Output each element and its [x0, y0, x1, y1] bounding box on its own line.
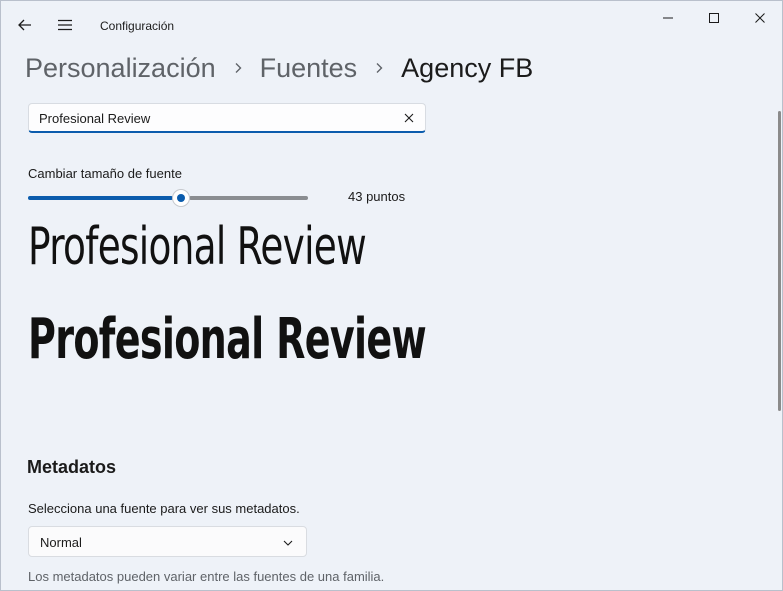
minimize-button[interactable] [645, 1, 691, 35]
chevron-down-icon [283, 540, 293, 546]
maximize-icon [709, 13, 719, 23]
close-icon [755, 13, 765, 23]
slider-track-filled [28, 196, 173, 200]
preview-text-field[interactable] [28, 103, 426, 133]
slider-track-remaining [189, 196, 308, 200]
hamburger-menu-icon [58, 19, 72, 31]
font-preview-bold: Profesional Review [28, 307, 427, 372]
preview-text-input[interactable] [39, 109, 389, 127]
font-face-dropdown[interactable]: Normal [28, 526, 307, 557]
slider-thumb[interactable] [173, 190, 189, 206]
breadcrumb-current-font: Agency FB [401, 52, 534, 83]
breadcrumb-personalizacion[interactable]: Personalización [25, 53, 216, 84]
metadata-hint: Selecciona una fuente para ver sus metad… [28, 501, 300, 516]
font-size-slider[interactable] [28, 190, 308, 206]
metadata-heading: Metadatos [27, 457, 117, 477]
chevron-right-icon [232, 62, 244, 74]
font-face-selected: Normal [40, 535, 82, 550]
breadcrumb: Personalización Fuentes Agency FB [25, 47, 533, 89]
font-size-label: Cambiar tamaño de fuente [28, 166, 182, 181]
close-window-button[interactable] [737, 1, 782, 35]
chevron-right-icon [373, 62, 385, 74]
back-arrow-icon [18, 19, 31, 31]
clear-x-icon[interactable] [403, 112, 415, 124]
font-size-value: 43 puntos [348, 189, 406, 204]
settings-window: Configuración Personalización Fuentes Ag… [0, 0, 783, 591]
font-preview-regular: Profesional Review [28, 217, 367, 277]
back-button[interactable] [9, 9, 41, 41]
navigation-menu-button[interactable] [49, 9, 81, 41]
breadcrumb-fuentes[interactable]: Fuentes [260, 53, 358, 84]
vertical-scrollbar[interactable] [778, 111, 781, 411]
minimize-icon [663, 17, 673, 19]
title-bar: Configuración [1, 1, 782, 49]
maximize-button[interactable] [691, 1, 737, 35]
app-title: Configuración [100, 19, 175, 33]
metadata-note: Los metadatos pueden variar entre las fu… [28, 569, 385, 584]
